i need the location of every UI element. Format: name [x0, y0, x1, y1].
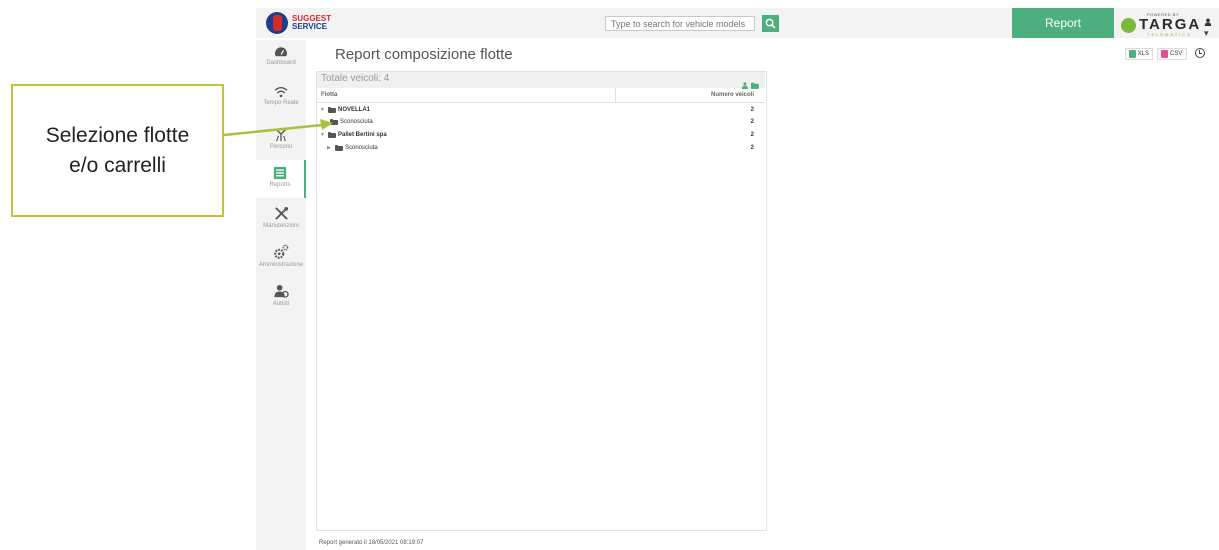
report-icon	[273, 166, 287, 180]
sidebar-item-amministrazione[interactable]: Amministrazione	[256, 244, 306, 277]
search-input[interactable]	[605, 16, 755, 31]
gears-icon	[274, 244, 289, 259]
tree-row-fleet[interactable]: ▼ NOVELLA1 2	[317, 106, 765, 115]
tree-row-subgroup[interactable]: Sconosciuta 2	[317, 118, 765, 127]
export-csv-button[interactable]: CSV	[1157, 48, 1187, 60]
sidebar-item-manutenzioni[interactable]: Manutenzioni	[256, 206, 306, 239]
sidebar-item-autisti[interactable]: Autisti	[256, 284, 306, 317]
drivers-icon	[273, 284, 289, 298]
sidebar-item-label: Autisti	[272, 301, 290, 307]
tools-icon	[274, 206, 288, 220]
sidebar-item-reports[interactable]: Reports	[256, 160, 306, 198]
vehicle-count: 2	[750, 119, 754, 125]
history-clock-icon[interactable]	[1195, 48, 1205, 58]
xls-file-icon	[1129, 50, 1136, 58]
csv-file-icon	[1161, 50, 1168, 58]
tree-row-subgroup[interactable]: ▶ Sconosciuta 2	[317, 144, 765, 153]
table-header	[317, 88, 765, 103]
export-xls-button[interactable]: XLS	[1125, 48, 1153, 60]
column-header-numero-veicoli[interactable]: Numero veicoli	[700, 92, 754, 98]
user-icon	[1204, 18, 1212, 26]
report-panel	[316, 71, 767, 531]
page-title: Report composizione flotte	[335, 46, 513, 63]
annotation-arrow	[223, 119, 333, 137]
vehicle-count: 2	[750, 107, 754, 113]
user-menu-caret: ▾	[1204, 28, 1209, 38]
report-button[interactable]: Report	[1012, 8, 1114, 38]
tree-row-fleet[interactable]: ▼ Pallet Bertini spa 2	[317, 131, 765, 140]
report-generated-timestamp: Report generato il 18/05/2021 08:19:07	[319, 540, 424, 546]
column-separator[interactable]	[615, 88, 616, 102]
search-button[interactable]	[762, 15, 779, 32]
sidebar-item-label: Manutenzioni	[263, 223, 299, 229]
xls-label: XLS	[1137, 51, 1149, 57]
sidebar-item-label: Amministrazione	[258, 262, 304, 268]
sidebar-item-label: Reports	[269, 182, 291, 188]
targa-telematics-logo: POWERED BY TARGA TELEMATICS	[1121, 12, 1202, 37]
user-menu[interactable]: ▾	[1204, 18, 1219, 39]
search-icon	[765, 18, 776, 29]
vehicle-count: 2	[750, 145, 754, 151]
vehicle-count: 2	[750, 132, 754, 138]
targa-subtitle: TELEMATICS	[1147, 32, 1192, 37]
targa-wordmark: TARGA	[1139, 16, 1202, 33]
csv-label: CSV	[1170, 51, 1183, 57]
targa-leaf-icon	[1121, 18, 1136, 33]
